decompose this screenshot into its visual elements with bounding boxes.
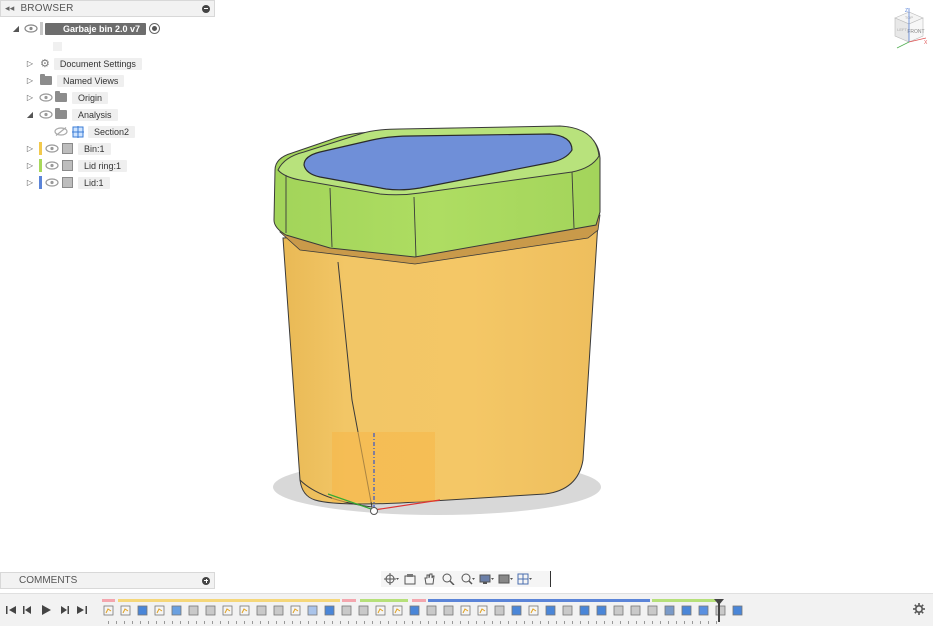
timeline-group-pink: [342, 599, 356, 602]
pan-hand-icon[interactable]: [422, 573, 437, 585]
timeline-feature-fillet-icon[interactable]: [647, 605, 658, 616]
timeline-feature-sketch-icon[interactable]: [239, 605, 250, 616]
timeline-feature-sketch-icon[interactable]: [375, 605, 386, 616]
timeline-feature-fillet-icon[interactable]: [630, 605, 641, 616]
timeline-feature-sketch-icon[interactable]: [528, 605, 539, 616]
timeline-feature-fillet-icon[interactable]: [715, 605, 726, 616]
timeline-feature-extrude-icon[interactable]: [681, 605, 692, 616]
add-comment-icon[interactable]: [202, 576, 210, 585]
timeline-feature-fillet-icon[interactable]: [273, 605, 284, 616]
go-to-start-icon[interactable]: [5, 604, 17, 616]
viewport-canvas[interactable]: [0, 0, 933, 570]
timeline-group-green: [652, 599, 716, 602]
timeline-feature-extrude-icon[interactable]: [409, 605, 420, 616]
timeline-feature-sketch-icon[interactable]: [392, 605, 403, 616]
go-to-end-icon[interactable]: [76, 604, 88, 616]
bin-body[interactable]: [282, 221, 599, 505]
timeline-feature-mirror-icon[interactable]: [664, 605, 675, 616]
comments-panel[interactable]: COMMENTS: [0, 572, 215, 589]
zoom-icon[interactable]: [441, 573, 456, 585]
timeline-feature-sketch-icon[interactable]: [154, 605, 165, 616]
timeline-feature-fillet-icon[interactable]: [341, 605, 352, 616]
fit-icon[interactable]: [460, 573, 475, 585]
navigation-toolbar: [381, 571, 551, 587]
timeline-feature-shell-icon[interactable]: [171, 605, 182, 616]
timeline-feature-chamfer-icon[interactable]: [307, 605, 318, 616]
timeline-feature-extrude-icon[interactable]: [137, 605, 148, 616]
visual-style-icon[interactable]: [498, 573, 513, 585]
timeline-feature-extrude-icon[interactable]: [545, 605, 556, 616]
step-forward-icon[interactable]: [58, 604, 70, 616]
timeline-settings-gear-icon[interactable]: [913, 603, 925, 615]
timeline-feature-extrude-icon[interactable]: [732, 605, 743, 616]
timeline-feature-fillet-icon[interactable]: [426, 605, 437, 616]
timeline-feature-fillet-icon[interactable]: [613, 605, 624, 616]
timeline-feature-extrude-icon[interactable]: [324, 605, 335, 616]
timeline-group-green: [360, 599, 408, 602]
origin-point[interactable]: [370, 507, 378, 515]
timeline-feature-combine-icon[interactable]: [698, 605, 709, 616]
timeline-feature-sketch-icon[interactable]: [103, 605, 114, 616]
timeline-group-pink: [102, 599, 115, 602]
section-plane[interactable]: [332, 432, 435, 502]
timeline-group-blue: [428, 599, 650, 602]
timeline-feature-extrude-icon[interactable]: [596, 605, 607, 616]
timeline-group-yellow: [118, 599, 340, 602]
timeline-feature-fillet-icon[interactable]: [358, 605, 369, 616]
orbit-icon[interactable]: [384, 573, 399, 585]
look-at-icon[interactable]: [403, 573, 418, 585]
timeline-feature-sketch-icon[interactable]: [222, 605, 233, 616]
timeline-bar: [0, 593, 933, 626]
timeline-feature-extrude-icon[interactable]: [579, 605, 590, 616]
display-settings-icon[interactable]: [479, 573, 494, 585]
timeline-feature-fillet-icon[interactable]: [188, 605, 199, 616]
play-icon[interactable]: [40, 604, 52, 616]
timeline-feature-fillet-icon[interactable]: [494, 605, 505, 616]
grid-icon[interactable]: [517, 573, 532, 585]
timeline-ticks: [108, 621, 718, 624]
timeline-feature-fillet-icon[interactable]: [443, 605, 454, 616]
timeline-feature-sketch-icon[interactable]: [120, 605, 131, 616]
timeline-feature-sketch-icon[interactable]: [290, 605, 301, 616]
comments-title: COMMENTS: [19, 575, 78, 586]
step-back-icon[interactable]: [22, 604, 34, 616]
timeline-marker[interactable]: [714, 599, 724, 622]
timeline-feature-extrude-icon[interactable]: [511, 605, 522, 616]
timeline-feature-fillet-icon[interactable]: [205, 605, 216, 616]
timeline-feature-sketch-icon[interactable]: [460, 605, 471, 616]
timeline-group-pink: [412, 599, 426, 602]
timeline-feature-sketch-icon[interactable]: [477, 605, 488, 616]
timeline-feature-fillet-icon[interactable]: [562, 605, 573, 616]
timeline-feature-fillet-icon[interactable]: [256, 605, 267, 616]
